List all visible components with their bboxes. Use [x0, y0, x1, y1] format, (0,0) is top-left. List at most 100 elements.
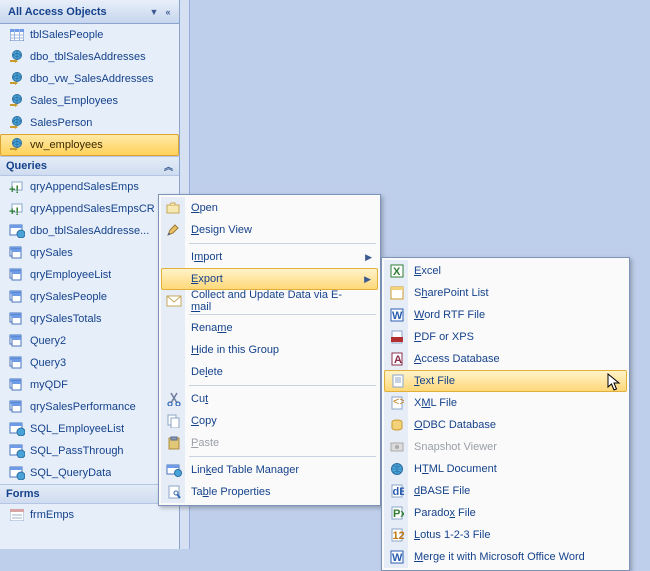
menu-item[interactable]: Copy — [161, 410, 378, 432]
svg-text:Px: Px — [393, 508, 404, 520]
svg-text:123: 123 — [393, 530, 405, 542]
object-label: Query2 — [30, 335, 66, 347]
menu-item[interactable]: Table Properties — [161, 481, 378, 503]
collapse-icon[interactable]: « — [161, 7, 175, 17]
section-header-forms[interactable]: Forms ︽ — [0, 484, 179, 504]
menu-item-label: SharePoint List — [414, 287, 489, 299]
svg-text:W: W — [392, 552, 403, 564]
text-icon — [389, 372, 407, 390]
dropdown-icon[interactable]: ▼ — [147, 7, 161, 17]
pdf-icon — [388, 328, 406, 346]
menu-item[interactable]: Rename — [161, 317, 378, 339]
pt-query — [8, 443, 26, 459]
select-query — [8, 245, 26, 261]
select-query — [8, 377, 26, 393]
menu-item[interactable]: HTML Document — [384, 458, 627, 480]
menu-item[interactable]: Hide in this Group — [161, 339, 378, 361]
nav-object-item[interactable]: qrySalesPeople — [0, 286, 179, 308]
menu-item[interactable]: WWord RTF File — [384, 304, 627, 326]
svg-text:<>: <> — [393, 396, 404, 408]
nav-object-item[interactable]: Sales_Employees — [0, 90, 179, 112]
nav-object-item[interactable]: dbo_tblSalesAddresses — [0, 46, 179, 68]
menu-item[interactable]: Delete — [161, 361, 378, 383]
pt-query — [8, 465, 26, 481]
copy-icon — [165, 412, 183, 430]
nav-object-item[interactable]: Query3 — [0, 352, 179, 374]
menu-item[interactable]: Import▶ — [161, 246, 378, 268]
menu-separator — [189, 314, 376, 315]
access-icon: A — [388, 350, 406, 368]
menu-item-label: Table Properties — [191, 486, 271, 498]
menu-separator — [189, 243, 376, 244]
object-label: SQL_QueryData — [30, 467, 111, 479]
linked-view — [8, 137, 26, 153]
merge-icon: W — [388, 548, 406, 566]
menu-item[interactable]: SharePoint List — [384, 282, 627, 304]
nav-object-item[interactable]: myQDF — [0, 374, 179, 396]
props-icon — [165, 483, 183, 501]
menu-item: Snapshot Viewer — [384, 436, 627, 458]
nav-object-item[interactable]: SalesPerson — [0, 112, 179, 134]
menu-item[interactable]: XExcel — [384, 260, 627, 282]
menu-item[interactable]: Export▶ — [161, 268, 378, 290]
menu-item[interactable]: W Merge it with Microsoft Office Word — [384, 546, 627, 568]
open-icon — [165, 199, 183, 217]
select-query — [8, 333, 26, 349]
nav-object-item[interactable]: dbo_vw_SalesAddresses — [0, 68, 179, 90]
nav-object-item[interactable]: qryEmployeeList — [0, 264, 179, 286]
menu-item[interactable]: Cut — [161, 388, 378, 410]
menu-item[interactable]: Px Paradox File — [384, 502, 627, 524]
section-title: Forms — [6, 488, 164, 500]
nav-object-item[interactable]: vw_employees — [0, 134, 179, 156]
menu-item[interactable]: 123Lotus 1-2-3 File — [384, 524, 627, 546]
nav-header[interactable]: All Access Objects ▼ « — [0, 0, 179, 24]
nav-object-item[interactable]: qrySalesPerformance — [0, 396, 179, 418]
section-header-queries[interactable]: Queries ︽ — [0, 156, 179, 176]
nav-object-item[interactable]: frmEmps — [0, 504, 179, 526]
menu-item[interactable]: Open — [161, 197, 378, 219]
nav-object-item[interactable]: qrySalesTotals — [0, 308, 179, 330]
menu-item-label: Import — [191, 251, 222, 263]
html-icon — [388, 460, 406, 478]
nav-object-item[interactable]: dbo_tblSalesAddresse... — [0, 220, 179, 242]
select-query — [8, 355, 26, 371]
object-label: tblSalesPeople — [30, 29, 103, 41]
nav-object-item[interactable]: SQL_EmployeeList — [0, 418, 179, 440]
object-label: SQL_PassThrough — [30, 445, 124, 457]
object-label: qrySalesTotals — [30, 313, 102, 325]
word-icon: W — [388, 306, 406, 324]
collapse-section-icon[interactable]: ︽ — [164, 160, 173, 173]
nav-object-item[interactable]: +!qryAppendSalesEmpsCR — [0, 198, 179, 220]
menu-item[interactable]: Collect and Update Data via E-mail — [161, 290, 378, 312]
form — [8, 507, 26, 523]
menu-item-label: Merge it with Microsoft Office Word — [414, 551, 585, 563]
lotus-icon: 123 — [388, 526, 406, 544]
menu-item[interactable]: AAccess Database — [384, 348, 627, 370]
object-label: myQDF — [30, 379, 68, 391]
menu-item[interactable]: ODBC Database — [384, 414, 627, 436]
menu-item-label: Design View — [191, 224, 252, 236]
menu-item-label: Paradox File — [414, 507, 476, 519]
nav-object-item[interactable]: Query2 — [0, 330, 179, 352]
menu-item-label: Delete — [191, 366, 223, 378]
svg-text:+!: +! — [9, 206, 19, 216]
paradox-icon: Px — [388, 504, 406, 522]
menu-item[interactable]: PDF or XPS — [384, 326, 627, 348]
menu-item[interactable]: <> XML File — [384, 392, 627, 414]
nav-object-item[interactable]: SQL_QueryData — [0, 462, 179, 484]
menu-item[interactable]: Text File — [384, 370, 627, 392]
object-label: dbo_tblSalesAddresses — [30, 51, 146, 63]
menu-item[interactable]: dBdBASE File — [384, 480, 627, 502]
menu-item-label: ODBC Database — [414, 419, 496, 431]
nav-object-item[interactable]: tblSalesPeople — [0, 24, 179, 46]
snapshot-icon — [388, 438, 406, 456]
nav-object-item[interactable]: +!qryAppendSalesEmps — [0, 176, 179, 198]
navigation-pane: All Access Objects ▼ « tblSalesPeople dbo… — [0, 0, 180, 549]
menu-item[interactable]: Design View — [161, 219, 378, 241]
linked-view — [8, 71, 26, 87]
object-label: qrySalesPeople — [30, 291, 107, 303]
nav-object-item[interactable]: qrySales — [0, 242, 179, 264]
menu-item-label: XML File — [414, 397, 457, 409]
menu-item[interactable]: Linked Table Manager — [161, 459, 378, 481]
nav-object-item[interactable]: SQL_PassThrough — [0, 440, 179, 462]
